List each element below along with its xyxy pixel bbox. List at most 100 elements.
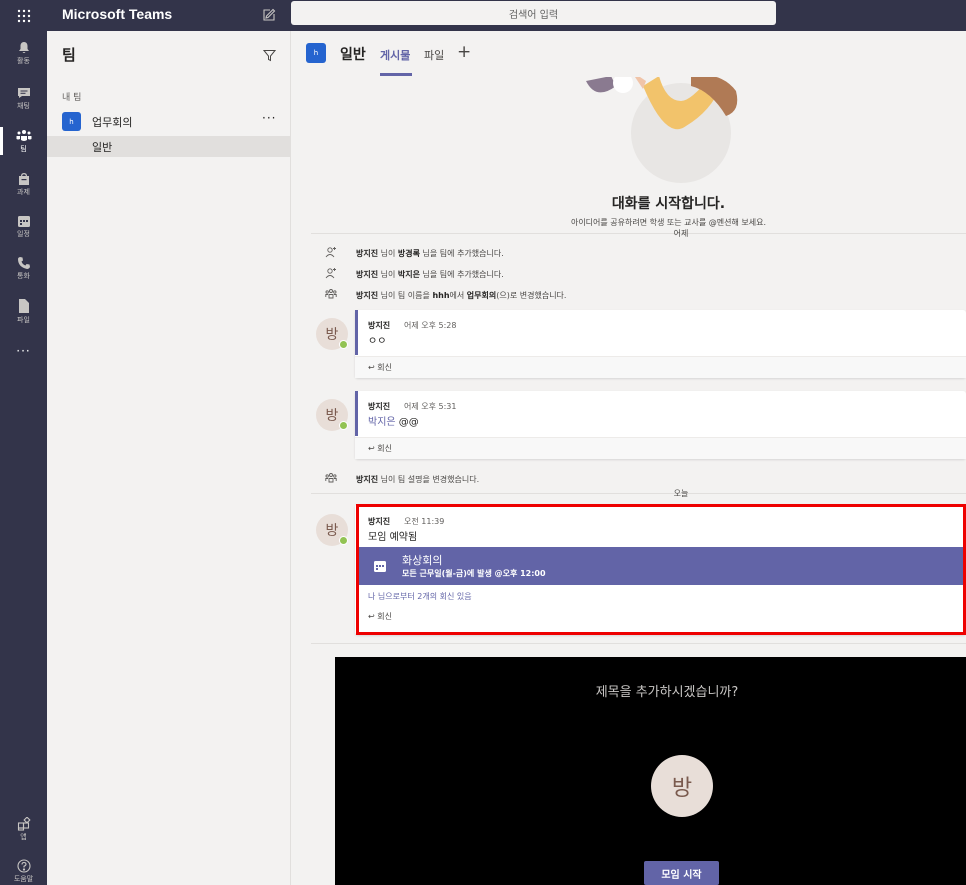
rail-label: 도움말	[13, 874, 34, 883]
filter-icon[interactable]	[262, 47, 277, 66]
rail-item-calendar[interactable]: 일정	[0, 208, 47, 244]
my-teams-label: 내 팀	[62, 93, 82, 103]
app-rail: 활동 채팅 팀 과제 일정 통화 파일 ··· 앱 도움말	[0, 31, 47, 885]
actor-name: 방지진	[356, 475, 379, 484]
bell-icon	[18, 41, 29, 53]
team-more-button[interactable]: ···	[262, 111, 276, 125]
rail-label: 앱	[20, 832, 27, 841]
team-avatar: h	[62, 112, 81, 131]
channel-view: h 일반 게시물 파일 + 대화를 시작합니다. 아이디어를 공유하려면 학생 …	[291, 31, 966, 885]
mention[interactable]: 박지은	[368, 417, 396, 428]
team-icon	[325, 473, 337, 483]
tab-files[interactable]: 파일	[424, 47, 444, 63]
app-launcher-icon[interactable]	[0, 0, 47, 31]
rail-more-button[interactable]: ···	[0, 333, 47, 369]
system-text: (으)로 변경했습니다.	[496, 291, 567, 300]
system-message: 방지진 님이 팀 이름을 hhh에서 업무회의(으)로 변경했습니다.	[291, 287, 966, 305]
date-label: 어제	[673, 229, 689, 238]
new-name: 업무회의	[466, 291, 497, 300]
date-label: 오늘	[673, 489, 689, 498]
highlight-box	[356, 504, 966, 635]
avatar: 방	[651, 755, 713, 817]
rail-item-activity[interactable]: 활동	[0, 35, 47, 71]
message-body: 박지은 @@	[368, 413, 419, 428]
rail-item-chat[interactable]: 채팅	[0, 80, 47, 116]
compose-icon[interactable]	[262, 7, 278, 23]
reply-icon: ↩	[368, 444, 378, 453]
rail-label: 일정	[17, 229, 30, 238]
chat-icon	[17, 87, 30, 98]
system-message: 방지진 님이 박지은 님을 팀에 추가했습니다.	[291, 266, 966, 284]
actor-name: 방지진	[356, 270, 379, 279]
rail-item-files[interactable]: 파일	[0, 293, 47, 329]
add-tab-button[interactable]: +	[457, 42, 471, 62]
reply-label: 회신	[377, 444, 392, 453]
reply-icon: ↩	[368, 363, 378, 372]
message-accent-bar	[355, 391, 358, 436]
meeting-title-prompt[interactable]: 제목을 추가하시겠습니까?	[335, 681, 966, 700]
teams-panel: 팀 내 팀 h 업무회의 ··· 일반	[47, 31, 291, 885]
system-text: 님이 팀 설명을 변경했습니다.	[378, 475, 480, 484]
welcome-title: 대화를 시작합니다.	[611, 196, 726, 212]
system-text: 님이 팀 이름을	[378, 291, 433, 300]
rail-item-assignments[interactable]: 과제	[0, 166, 47, 202]
reply-button[interactable]: ↩ 회신	[355, 437, 966, 459]
system-text: 에서	[449, 291, 467, 300]
reply-label: 회신	[377, 363, 392, 372]
rail-item-apps[interactable]: 앱	[0, 811, 47, 847]
message-author[interactable]: 방지진	[368, 320, 390, 331]
rail-item-help[interactable]: 도움말	[0, 853, 47, 885]
message-card: 방지진 어제 오후 5:31 박지은 @@ ↩ 회신	[355, 391, 966, 459]
tab-posts[interactable]: 게시물	[380, 47, 410, 63]
channel-name: 일반	[92, 141, 113, 154]
team-icon	[325, 289, 337, 299]
rail-item-teams[interactable]: 팀	[0, 123, 47, 159]
message-accent-bar	[355, 310, 358, 355]
system-message: 방지진 님이 방경록 님을 팀에 추가했습니다.	[291, 245, 966, 263]
add-member-icon	[325, 268, 336, 279]
assignments-icon	[18, 172, 29, 185]
panel-title: 팀	[62, 46, 76, 64]
welcome-subtitle: 아이디어를 공유하려면 학생 또는 교사를 @멘션해 보세요.	[570, 218, 767, 227]
team-item[interactable]: h 업무회의 ···	[47, 110, 291, 134]
message-body: ㅇㅇ	[368, 336, 387, 347]
channel-item-general[interactable]: 일반	[47, 136, 291, 157]
calendar-icon	[17, 215, 30, 227]
rail-label: 채팅	[17, 101, 30, 110]
presence-available-icon	[339, 421, 348, 430]
add-member-icon	[325, 247, 336, 258]
system-text: 님을 팀에 추가했습니다.	[420, 249, 504, 258]
search-input[interactable]: 검색어 입력	[291, 1, 776, 25]
teams-icon	[16, 129, 31, 141]
divider	[311, 643, 966, 644]
welcome-illustration	[586, 71, 738, 183]
message-time: 어제 오후 5:31	[404, 402, 457, 411]
system-message: 방지진 님이 팀 설명을 변경했습니다.	[291, 471, 966, 489]
apps-icon	[17, 816, 31, 831]
team-name: 업무회의	[92, 116, 133, 129]
message-card: 방지진 어제 오후 5:28 ㅇㅇ ↩ 회신	[355, 310, 966, 378]
reply-button[interactable]: ↩ 회신	[355, 356, 966, 378]
target-name: 박지은	[397, 270, 420, 279]
phone-icon	[17, 256, 30, 269]
help-icon	[16, 858, 31, 873]
rail-label: 통화	[17, 271, 30, 280]
rail-label: 과제	[17, 187, 30, 196]
channel-avatar: h	[306, 43, 326, 63]
rail-item-calls[interactable]: 통화	[0, 250, 47, 286]
channel-title: 일반	[340, 47, 366, 63]
message-author[interactable]: 방지진	[368, 401, 390, 412]
title-bar: Microsoft Teams 검색어 입력	[0, 0, 966, 31]
message-text: @@	[398, 417, 419, 428]
rail-label: 팀	[20, 144, 27, 153]
target-name: 방경록	[397, 249, 420, 258]
rail-label: 활동	[17, 56, 30, 65]
system-text: 님을 팀에 추가했습니다.	[420, 270, 504, 279]
active-tab-indicator	[380, 73, 412, 76]
channel-header: h 일반 게시물 파일 +	[291, 31, 966, 77]
meeting-preview: 제목을 추가하시겠습니까? 방 모임 시작	[335, 657, 966, 885]
system-text: 님이	[378, 270, 398, 279]
start-meeting-button[interactable]: 모임 시작	[644, 861, 719, 885]
presence-available-icon	[339, 536, 348, 545]
actor-name: 방지진	[356, 291, 379, 300]
